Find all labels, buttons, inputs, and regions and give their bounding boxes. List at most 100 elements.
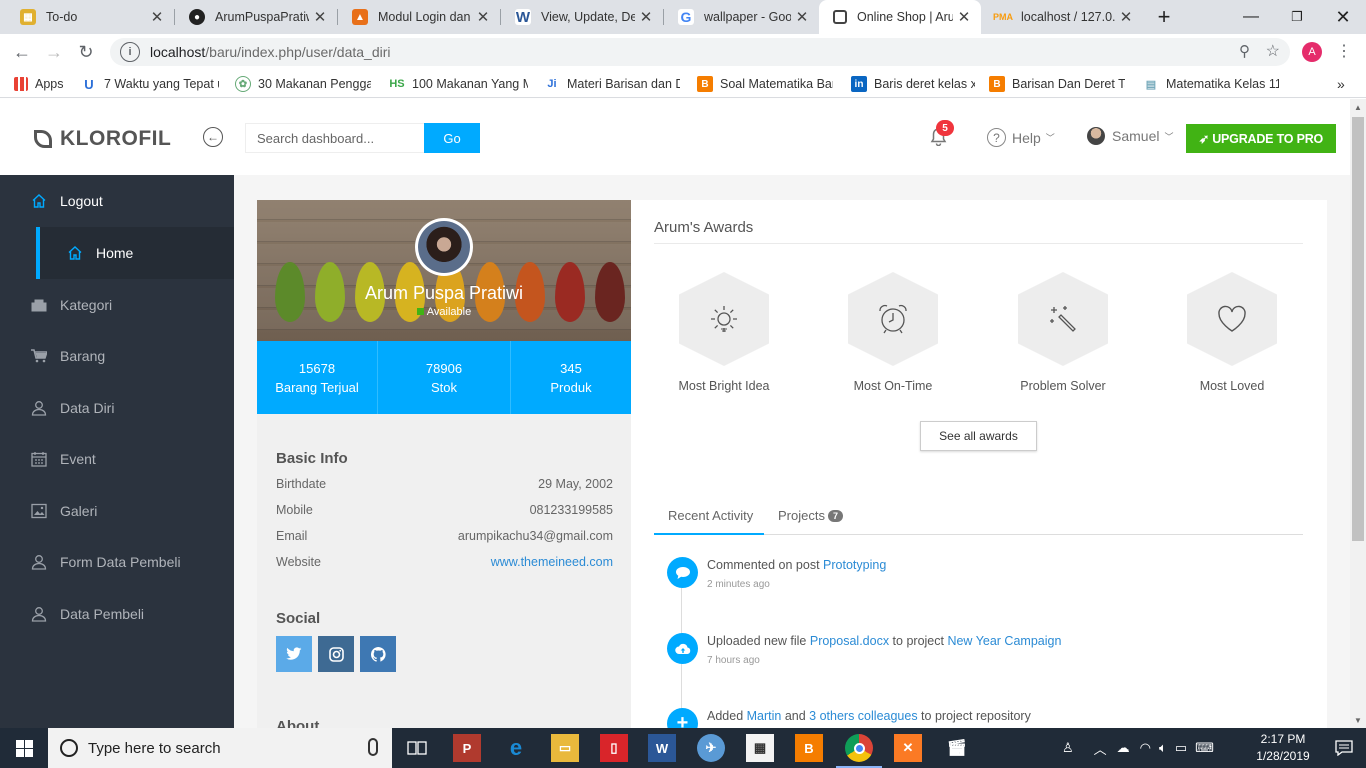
bookmark-item[interactable]: in Baris deret kelas xi: [851, 70, 975, 98]
action-center-icon[interactable]: [1322, 728, 1366, 768]
profile-cover-image: Arum Puspa Pratiwi Available: [257, 200, 631, 341]
bookmarks-more-button[interactable]: »: [1337, 70, 1351, 98]
store-icon[interactable]: ▦: [746, 734, 774, 762]
search-go-button[interactable]: Go: [424, 123, 480, 153]
app-icon[interactable]: P: [453, 734, 481, 762]
chevron-up-icon[interactable]: ︿: [1094, 739, 1107, 758]
browser-tab[interactable]: ▲ Modul Login dan C ✕: [338, 0, 500, 34]
browser-tab[interactable]: PMA localhost / 127.0.0 ✕: [981, 0, 1143, 34]
tab-recent-activity[interactable]: Recent Activity: [654, 502, 764, 535]
stat-label: Stok: [430, 379, 457, 395]
user-menu[interactable]: Samuel ﹀: [1087, 127, 1173, 145]
twitter-icon[interactable]: [276, 636, 312, 672]
bookmark-item[interactable]: B Soal Matematika Bari: [697, 70, 833, 98]
star-icon[interactable]: ☆: [1266, 41, 1280, 61]
bookmark-apps[interactable]: Apps: [14, 70, 74, 98]
bookmark-item[interactable]: U 7 Waktu yang Tepat u: [81, 70, 219, 98]
bookmark-item[interactable]: B Barisan Dan Deret Tak: [989, 70, 1125, 98]
bookmark-item[interactable]: ✿ 30 Makanan Penggar: [235, 70, 371, 98]
minimize-icon[interactable]: —: [1228, 0, 1274, 34]
windows-start-icon[interactable]: [0, 728, 48, 768]
vertical-scrollbar[interactable]: ▲ ▼: [1350, 99, 1366, 728]
browser-tab[interactable]: ▦ To-do ✕: [6, 0, 174, 34]
close-icon[interactable]: ✕: [635, 8, 657, 26]
activity-text: Commented on post Prototyping: [707, 558, 887, 572]
instagram-icon[interactable]: [318, 636, 354, 672]
activity-link[interactable]: Proposal.docx: [810, 634, 889, 648]
keyboard-icon[interactable]: ⌨: [1195, 740, 1214, 756]
close-icon[interactable]: ✕: [309, 8, 331, 26]
home-icon: [31, 193, 47, 209]
see-all-awards-button[interactable]: See all awards: [920, 421, 1037, 451]
scroll-down-icon[interactable]: ▼: [1350, 712, 1366, 728]
microphone-icon[interactable]: [368, 738, 378, 756]
sidebar-item-barang[interactable]: Barang: [0, 330, 234, 382]
activity-link[interactable]: 3 others colleagues: [809, 709, 917, 723]
battery-icon[interactable]: ▭: [1175, 740, 1187, 756]
file-explorer-icon[interactable]: ▭: [551, 734, 579, 762]
app-icon[interactable]: ✈: [697, 734, 725, 762]
sidebar-toggle-icon[interactable]: ←: [203, 127, 223, 147]
blogger-icon[interactable]: B: [795, 734, 823, 762]
volume-icon[interactable]: 🔈︎: [1159, 740, 1167, 756]
image-icon: [31, 503, 47, 519]
brand-logo[interactable]: KLOROFIL: [34, 127, 171, 151]
search-input[interactable]: [245, 123, 425, 153]
scroll-up-icon[interactable]: ▲: [1350, 99, 1366, 115]
sidebar-item-kategori[interactable]: Kategori: [0, 279, 234, 331]
media-icon[interactable]: 🎬︎: [943, 734, 971, 762]
back-icon[interactable]: ←: [6, 34, 38, 70]
close-icon[interactable]: ✕: [791, 8, 813, 26]
scrollbar-thumb[interactable]: [1352, 117, 1364, 541]
browser-tab[interactable]: W View, Update, Dele ✕: [501, 0, 663, 34]
task-view-icon[interactable]: [403, 734, 431, 762]
taskbar-search[interactable]: Type here to search: [48, 728, 392, 768]
people-icon[interactable]: ♙: [1062, 740, 1074, 756]
restore-icon[interactable]: ❐: [1274, 0, 1320, 34]
bookmark-item[interactable]: HS 100 Makanan Yang M: [389, 70, 528, 98]
bookmark-label: Materi Barisan dan De: [567, 77, 680, 91]
browser-tab-active[interactable]: Online Shop | Arum ✕: [819, 0, 981, 34]
reload-icon[interactable]: ↻: [70, 34, 102, 70]
url-field[interactable]: i localhost/baru/index.php/user/data_dir…: [110, 38, 1290, 66]
new-tab-button[interactable]: +: [1142, 0, 1186, 34]
zoom-icon[interactable]: ⚲: [1239, 42, 1250, 60]
bookmark-item[interactable]: Ji Materi Barisan dan De: [544, 70, 680, 98]
sidebar-item-data-pembeli[interactable]: Data Pembeli: [0, 588, 234, 640]
menu-icon[interactable]: ⋮: [1336, 41, 1352, 61]
close-icon[interactable]: ✕: [146, 8, 168, 26]
edge-icon[interactable]: e: [502, 734, 530, 762]
sidebar-item-event[interactable]: Event: [0, 433, 234, 485]
window-close-icon[interactable]: ✕: [1320, 0, 1366, 34]
profile-avatar[interactable]: A: [1302, 42, 1322, 62]
bookmark-item[interactable]: ▤ Matematika Kelas 11: [1143, 70, 1279, 98]
wifi-icon[interactable]: ◠: [1140, 740, 1151, 756]
help-menu[interactable]: ? Help ﹀: [987, 128, 1055, 147]
activity-link[interactable]: New Year Campaign: [947, 634, 1061, 648]
upgrade-button[interactable]: ➶ UPGRADE TO PRO: [1186, 124, 1336, 153]
browser-tab[interactable]: G wallpaper - Google ✕: [664, 0, 819, 34]
activity-link[interactable]: Martin: [747, 709, 782, 723]
app-icon[interactable]: ▯: [600, 734, 628, 762]
github-icon[interactable]: [360, 636, 396, 672]
sidebar-item-logout[interactable]: Logout: [0, 175, 234, 227]
browser-tab[interactable]: ● ArumPuspaPratiwi ✕: [175, 0, 337, 34]
sidebar-item-data-diri[interactable]: Data Diri: [0, 382, 234, 434]
website-link[interactable]: www.themeineed.com: [491, 555, 613, 581]
sidebar-item-form-data-pembeli[interactable]: Form Data Pembeli: [0, 536, 234, 588]
tab-projects[interactable]: Projects 7: [778, 502, 843, 535]
chrome-icon[interactable]: [836, 734, 882, 768]
todo-icon: ▦: [20, 9, 36, 25]
info-icon[interactable]: i: [120, 42, 140, 62]
close-icon[interactable]: ✕: [953, 8, 975, 26]
forward-icon[interactable]: →: [38, 34, 70, 70]
onedrive-icon[interactable]: ☁: [1117, 740, 1130, 756]
sidebar-item-label: Data Diri: [60, 400, 115, 416]
activity-link[interactable]: Prototyping: [823, 558, 886, 572]
close-icon[interactable]: ✕: [1115, 8, 1137, 26]
sidebar-item-galeri[interactable]: Galeri: [0, 485, 234, 537]
close-icon[interactable]: ✕: [472, 8, 494, 26]
taskbar-clock[interactable]: 2:17 PM 1/28/2019: [1252, 731, 1314, 765]
word-icon[interactable]: W: [648, 734, 676, 762]
xampp-icon[interactable]: ✕: [894, 734, 922, 762]
